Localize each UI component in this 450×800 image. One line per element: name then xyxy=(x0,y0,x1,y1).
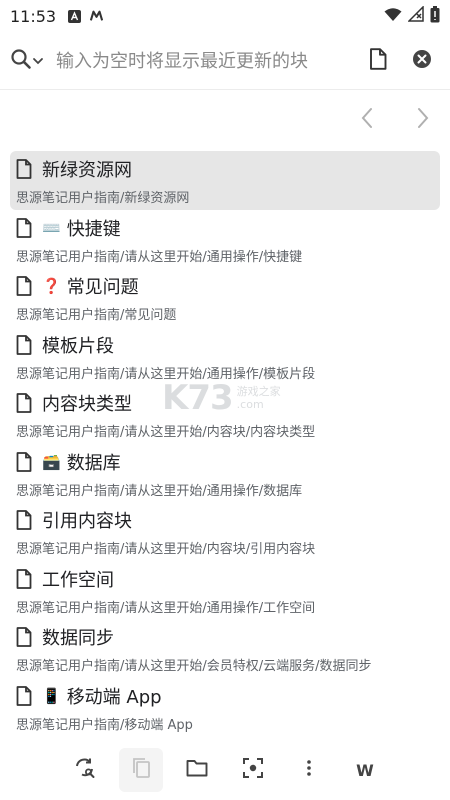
refresh-search-icon xyxy=(74,757,96,783)
result-item[interactable]: 🗃️ 数据库 思源笔记用户指南/请从这里开始/通用操作/数据库 xyxy=(10,444,440,503)
copy-button[interactable] xyxy=(119,748,163,792)
result-title: 快捷键 xyxy=(66,218,121,240)
result-item[interactable]: 内容块类型 思源笔记用户指南/请从这里开始/内容块/内容块类型 xyxy=(10,385,440,444)
document-icon xyxy=(16,217,34,239)
result-path: 思源笔记用户指南/移动端 App xyxy=(16,717,193,733)
document-icon xyxy=(16,275,34,297)
result-title: 常见问题 xyxy=(66,277,139,298)
search-icon xyxy=(10,48,32,74)
result-title-row: 新绿资源网 xyxy=(16,155,434,183)
document-icon xyxy=(16,334,34,356)
app-a-icon xyxy=(68,9,82,23)
folder-button[interactable] xyxy=(175,748,219,792)
word-export-button[interactable]: W xyxy=(343,748,387,792)
battery-icon xyxy=(430,5,440,27)
result-title: 数据同步 xyxy=(42,628,114,649)
result-title: 模板片段 xyxy=(42,335,114,357)
document-icon xyxy=(16,685,34,707)
result-title-row: 引用内容块 xyxy=(16,506,434,534)
question-mark-emoji: ❓ xyxy=(42,277,61,295)
document-icon xyxy=(16,509,34,531)
keyboard-emoji: ⌨️ xyxy=(42,218,61,237)
result-item[interactable]: 引用内容块 思源笔记用户指南/请从这里开始/内容块/引用内容块 xyxy=(10,502,440,561)
document-icon xyxy=(16,451,34,473)
result-title: 新绿资源网 xyxy=(42,160,132,181)
document-icon xyxy=(16,392,34,414)
result-title-row: 模板片段 xyxy=(16,331,434,359)
result-path: 思源笔记用户指南/请从这里开始/通用操作/工作空间 xyxy=(16,600,316,616)
result-path: 思源笔记用户指南/请从这里开始/会员特权/云端服务/数据同步 xyxy=(16,659,372,674)
result-path: 思源笔记用户指南/新绿资源网 xyxy=(16,191,190,206)
file-icon xyxy=(369,48,387,74)
document-icon xyxy=(16,568,34,590)
wifi-icon xyxy=(384,7,402,26)
result-item[interactable]: ❓ 常见问题 思源笔记用户指南/常见问题 xyxy=(10,268,440,327)
clear-search-button[interactable] xyxy=(404,43,440,79)
search-results-list: 新绿资源网 思源笔记用户指南/新绿资源网 ⌨️ 快捷键 思源笔记用户指南/请从这… xyxy=(10,151,440,736)
result-item[interactable]: 模板片段 思源笔记用户指南/请从这里开始/通用操作/模板片段 xyxy=(10,327,440,386)
card-file-box-emoji: 🗃️ xyxy=(42,452,61,471)
app-m-icon xyxy=(90,10,104,23)
bottom-toolbar: W xyxy=(0,746,450,794)
folder-icon xyxy=(186,758,208,782)
result-title-row: ❓ 常见问题 xyxy=(16,272,434,300)
focus-target-icon xyxy=(242,757,264,783)
replace-button[interactable] xyxy=(63,748,107,792)
signal-icon xyxy=(407,5,424,26)
result-path: 思源笔记用户指南/请从这里开始/通用操作/模板片段 xyxy=(16,366,316,382)
result-item[interactable]: ⌨️ 快捷键 思源笔记用户指南/请从这里开始/通用操作/快捷键 xyxy=(10,210,440,269)
more-options-button[interactable] xyxy=(287,748,331,792)
result-path: 思源笔记用户指南/请从这里开始/通用操作/数据库 xyxy=(16,483,303,499)
result-title-row: 🗃️ 数据库 xyxy=(16,448,434,476)
result-title-row: 工作空间 xyxy=(16,565,434,593)
result-path: 思源笔记用户指南/请从这里开始/通用操作/快捷键 xyxy=(16,249,303,265)
result-title: 工作空间 xyxy=(42,569,114,591)
result-item[interactable]: 📱 移动端 App 思源笔记用户指南/移动端 App xyxy=(10,678,440,737)
status-time: 11:53 xyxy=(10,6,57,26)
search-scope-button[interactable] xyxy=(360,43,396,79)
result-title: 移动端 App xyxy=(66,686,162,708)
result-title-row: ⌨️ 快捷键 xyxy=(16,214,434,242)
search-bar xyxy=(0,36,450,86)
chevron-left-icon xyxy=(360,107,374,133)
close-icon xyxy=(412,49,432,73)
more-vertical-icon xyxy=(306,758,312,782)
result-path: 思源笔记用户指南/请从这里开始/内容块/内容块类型 xyxy=(16,425,316,440)
w-label: W xyxy=(356,760,374,780)
result-title: 内容块类型 xyxy=(42,394,132,415)
result-title: 引用内容块 xyxy=(42,511,132,532)
chevron-right-icon xyxy=(416,107,430,133)
next-page-button[interactable] xyxy=(410,104,436,136)
result-item[interactable]: 新绿资源网 思源笔记用户指南/新绿资源网 xyxy=(10,151,440,210)
result-title-row: 📱 移动端 App xyxy=(16,682,434,710)
document-icon xyxy=(16,626,34,648)
result-item[interactable]: 数据同步 思源笔记用户指南/请从这里开始/会员特权/云端服务/数据同步 xyxy=(10,619,440,678)
status-bar: 11:53 xyxy=(0,0,450,32)
header-divider xyxy=(0,89,450,90)
previous-page-button[interactable] xyxy=(354,104,380,136)
search-method-dropdown[interactable] xyxy=(10,48,50,74)
chevron-down-icon xyxy=(32,52,44,71)
result-title-row: 数据同步 xyxy=(16,623,434,651)
document-icon xyxy=(16,158,34,180)
mobile-phone-emoji: 📱 xyxy=(42,686,61,705)
result-item[interactable]: 工作空间 思源笔记用户指南/请从这里开始/通用操作/工作空间 xyxy=(10,561,440,620)
result-path: 思源笔记用户指南/请从这里开始/内容块/引用内容块 xyxy=(16,542,316,557)
search-input[interactable] xyxy=(50,43,352,79)
focus-button[interactable] xyxy=(231,748,275,792)
result-title: 数据库 xyxy=(66,452,121,474)
pagination xyxy=(354,104,436,136)
result-title-row: 内容块类型 xyxy=(16,389,434,417)
copy-icon xyxy=(131,757,151,783)
result-path: 思源笔记用户指南/常见问题 xyxy=(16,308,177,323)
